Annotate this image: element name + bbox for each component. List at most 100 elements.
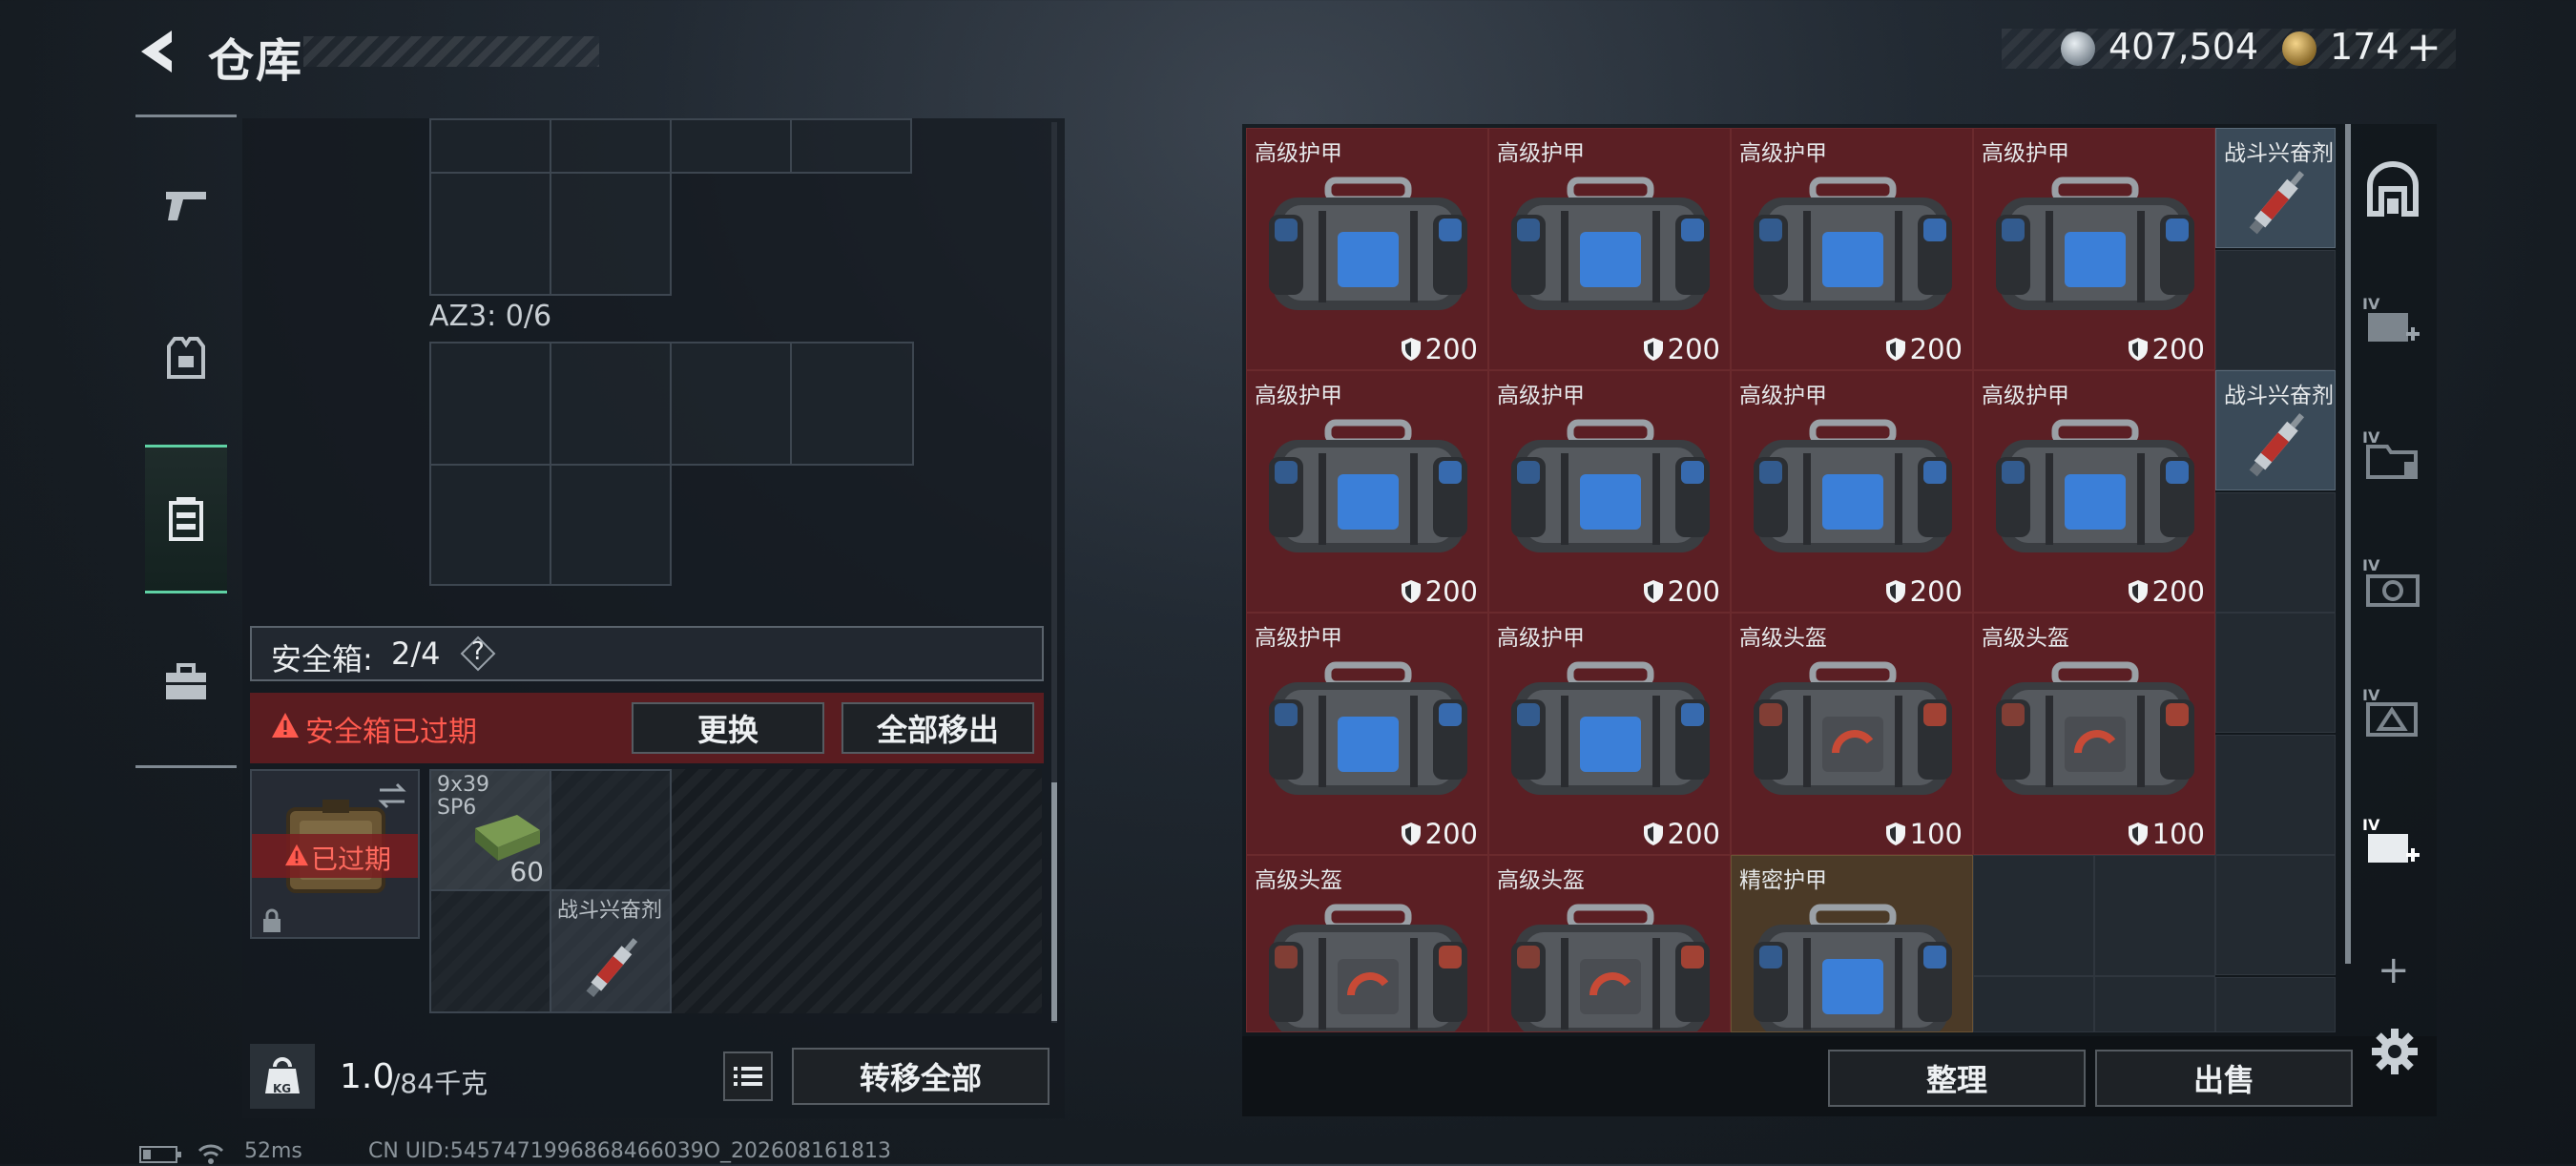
uid: CN UID:5457471996868466039O_202608161813: [368, 1139, 891, 1163]
stash-item-armor[interactable]: 高级护甲 200: [1246, 128, 1488, 370]
warning-icon: [285, 843, 308, 866]
safe-box-slot[interactable]: 已过期: [250, 769, 420, 939]
durability-text: 100: [2151, 818, 2205, 850]
durability-value: 100: [2128, 818, 2205, 850]
az3-slot[interactable]: [550, 464, 672, 586]
empty-slot[interactable]: [2094, 976, 2215, 1032]
sort-button[interactable]: 整理: [1828, 1050, 2086, 1107]
stash-tab-home[interactable]: [2362, 160, 2423, 221]
token-icon: [2282, 31, 2316, 66]
move-all-out-button[interactable]: 全部移出: [841, 702, 1034, 754]
stash-item-armor[interactable]: 高级护甲 200: [1731, 370, 1973, 613]
stash-item-armor[interactable]: 高级护甲 200: [1488, 128, 1731, 370]
shield-icon: [1643, 580, 1663, 603]
slot-cell[interactable]: [429, 172, 551, 296]
back-icon[interactable]: [134, 25, 187, 78]
item-name: 高级护甲: [1255, 626, 1342, 651]
item-name: 高级护甲: [1739, 141, 1827, 166]
weight-max: /84千克: [391, 1068, 488, 1099]
add-tab-button[interactable]: +: [2378, 948, 2410, 992]
syringe-icon: [586, 938, 638, 997]
stash-item-helmet[interactable]: 高级头盔: [1246, 855, 1488, 1032]
durability-value: 200: [1401, 333, 1478, 365]
ammo-item[interactable]: 9x39 SP6 60: [429, 769, 551, 891]
stash-item-armor[interactable]: 高级护甲 200: [1488, 370, 1731, 613]
sell-button[interactable]: 出售: [2095, 1050, 2353, 1107]
empty-slot[interactable]: [2215, 855, 2336, 975]
stash-item-armor[interactable]: 高级护甲 200: [1488, 613, 1731, 855]
stash-tab-add-1[interactable]: IV: [2362, 292, 2423, 353]
list-view-button[interactable]: [723, 1051, 773, 1101]
weight-bar: KG 1.0 /84千克 转移全部: [250, 1036, 1049, 1114]
stash-item-armor[interactable]: 高级护甲 200: [1973, 128, 2215, 370]
az3-slot[interactable]: [429, 342, 551, 466]
item-name: 高级头盔: [1255, 868, 1342, 893]
stash-tab-camera[interactable]: IV: [2362, 553, 2423, 614]
az3-slot[interactable]: [429, 464, 551, 586]
durability-text: 200: [2151, 575, 2205, 608]
slot-cell[interactable]: [429, 889, 551, 1013]
empty-slot[interactable]: [2215, 977, 2336, 1032]
slot-cell[interactable]: [550, 172, 672, 296]
empty-slot[interactable]: [2215, 735, 2336, 855]
durability-text: 200: [1909, 333, 1963, 365]
add-currency-button[interactable]: +: [2406, 23, 2441, 72]
durability-text: 200: [1667, 818, 1720, 850]
item-name: 高级护甲: [1982, 384, 2069, 408]
shield-icon: [1643, 822, 1663, 845]
stash-item-armor[interactable]: 高级护甲 200: [1973, 370, 2215, 613]
slot-cell[interactable]: [550, 769, 672, 891]
help-icon[interactable]: ?: [460, 635, 496, 672]
swap-icon[interactable]: [376, 782, 408, 809]
slot-cell[interactable]: [670, 118, 792, 174]
slot-cell[interactable]: [550, 118, 672, 174]
durability-value: 200: [2128, 575, 2205, 608]
rail-tab-case[interactable]: [145, 611, 227, 754]
az3-slot[interactable]: [550, 342, 672, 466]
replace-button[interactable]: 更换: [632, 702, 824, 754]
empty-slot[interactable]: [2215, 250, 2336, 370]
currency-bar: 407,504 174 +: [2002, 23, 2456, 72]
stash-item-armor[interactable]: 高级护甲 200: [1246, 370, 1488, 613]
shield-icon: [1885, 338, 1905, 361]
stash-item-helmet[interactable]: 高级头盔 100: [1731, 613, 1973, 855]
durability-value: 200: [1885, 575, 1963, 608]
armor-bag-icon: [1754, 177, 1952, 310]
stash-tab-add-2[interactable]: IV: [2362, 813, 2423, 874]
stash-item-armor[interactable]: 高级护甲 200: [1246, 613, 1488, 855]
safe-box-header: 安全箱: 2/4 ?: [250, 626, 1044, 681]
transfer-all-button[interactable]: 转移全部: [792, 1048, 1049, 1105]
az3-slot[interactable]: [790, 342, 914, 466]
empty-slot[interactable]: [1973, 855, 2094, 976]
item-name: 高级头盔: [1497, 868, 1585, 893]
stash-item-stim[interactable]: 战斗兴奋剂: [2215, 128, 2336, 248]
stash-item-helmet[interactable]: 高级头盔 100: [1973, 613, 2215, 855]
stash-tab-folder[interactable]: IV: [2362, 426, 2423, 487]
armor-bag-icon: [1996, 177, 2194, 310]
item-name: 高级护甲: [1739, 384, 1827, 408]
stash-item-helmet[interactable]: 高级头盔: [1488, 855, 1731, 1032]
rail-divider-bottom: [135, 765, 237, 768]
right-scrollbar[interactable]: [2345, 124, 2351, 964]
empty-slot[interactable]: [2094, 855, 2215, 976]
durability-value: 200: [1643, 575, 1720, 608]
empty-slot[interactable]: [2215, 613, 2336, 733]
slot-cell[interactable]: [790, 118, 912, 174]
helmet-bag-icon: [1754, 661, 1952, 795]
stash-item-stim[interactable]: 战斗兴奋剂: [2215, 370, 2336, 490]
left-scrollbar-thumb[interactable]: [1051, 782, 1057, 1021]
rail-tab-weapon[interactable]: [145, 134, 227, 277]
az3-slot[interactable]: [670, 342, 792, 466]
rail-tab-safebox[interactable]: [145, 445, 227, 593]
rail-tab-equipment[interactable]: [145, 286, 227, 429]
item-name: 高级头盔: [1739, 626, 1827, 651]
settings-icon[interactable]: [2370, 1027, 2420, 1080]
stim-item[interactable]: 战斗兴奋剂: [550, 889, 672, 1013]
stash-item-armor[interactable]: 高级护甲 200: [1731, 128, 1973, 370]
syringe-icon: [2249, 171, 2305, 235]
stash-item-gold[interactable]: 精密护甲: [1731, 855, 1973, 1032]
empty-slot[interactable]: [2215, 492, 2336, 613]
empty-slot[interactable]: [1973, 976, 2094, 1032]
stash-tab-tag[interactable]: IV: [2362, 683, 2423, 744]
slot-cell[interactable]: [429, 118, 551, 174]
